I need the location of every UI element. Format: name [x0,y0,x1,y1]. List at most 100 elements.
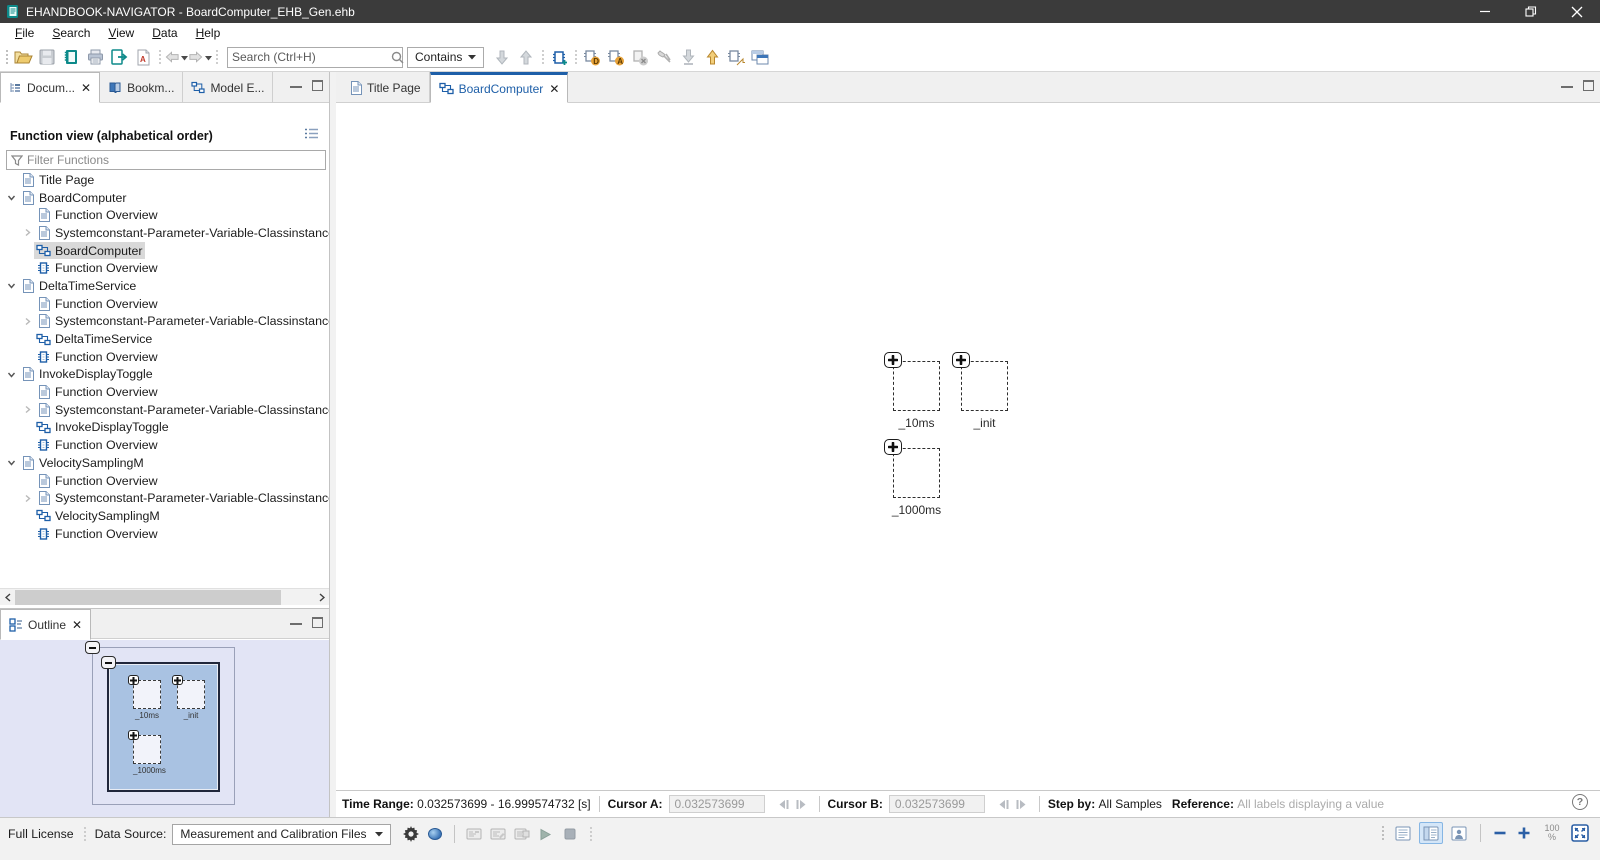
export-pdf-icon[interactable]: A [131,45,155,69]
start-visualization-icon[interactable] [534,822,558,846]
presenter-view-button[interactable] [1447,822,1471,844]
cursor-b-step-forward-icon[interactable] [1013,796,1031,812]
import-model-icon[interactable] [676,45,700,69]
collapse-arrow-icon[interactable] [4,458,18,467]
collapse-arrow-icon[interactable] [4,281,18,290]
process-box[interactable] [893,361,940,411]
tab-documentation[interactable]: Docum... ✕ [0,72,100,103]
tree-item[interactable]: Function Overview [0,383,329,401]
tree-item[interactable]: InvokeDisplayToggle [0,366,329,384]
outline-view[interactable]: _10ms _init _1000ms [0,640,329,817]
close-tab-icon[interactable]: ✕ [81,81,91,95]
expand-plus-button[interactable] [884,352,902,368]
tree-item[interactable]: Function Overview [0,525,329,543]
export-model-icon[interactable] [724,45,748,69]
nav-back-icon[interactable] [164,45,188,69]
menu-help[interactable]: Help [187,24,230,42]
scroll-right-icon[interactable] [314,589,329,606]
tree-item[interactable]: BoardComputer [0,189,329,207]
cursor-a-step-back-icon[interactable] [775,796,793,812]
cursor-b-step-back-icon[interactable] [995,796,1013,812]
outline-selected-region[interactable]: _10ms _init _1000ms [107,662,220,792]
model-default-icon[interactable]: D [580,45,604,69]
tree-item[interactable]: VelocitySamplingM [0,507,329,525]
search-icon[interactable] [391,51,404,64]
close-tab-icon[interactable]: ✕ [549,82,559,96]
tree-item[interactable]: Function Overview [0,295,329,313]
filter-functions-input[interactable] [23,153,325,167]
split-view-button[interactable] [1419,822,1443,844]
tree-item[interactable]: Systemconstant-Parameter-Variable-Classi… [0,224,329,242]
expand-arrow-icon[interactable] [20,494,34,503]
expand-plus-button[interactable] [884,439,902,455]
collapse-arrow-icon[interactable] [4,370,18,379]
cursor-a-step-forward-icon[interactable] [793,796,811,812]
menu-search[interactable]: Search [43,24,99,42]
data-lens-icon[interactable] [423,822,447,846]
tree-item[interactable]: Function Overview [0,348,329,366]
previous-result-icon[interactable] [514,45,538,69]
settings-gear-icon[interactable] [399,822,423,846]
expand-arrow-icon[interactable] [20,317,34,326]
data-source-dropdown[interactable]: Measurement and Calibration Files [172,824,390,845]
fit-to-window-icon[interactable] [1568,821,1592,845]
collapse-minus-button[interactable] [85,641,100,654]
menu-data[interactable]: Data [143,24,186,42]
next-result-icon[interactable] [490,45,514,69]
tree-item[interactable]: DeltaTimeService [0,330,329,348]
expand-arrow-icon[interactable] [20,405,34,414]
upload-icon[interactable] [700,45,724,69]
cursor-b-field[interactable] [889,795,985,813]
menu-file[interactable]: File [6,24,43,42]
tab-model-explorer[interactable]: Model E... [183,72,273,103]
view-menu-icon[interactable] [304,127,319,140]
open-window-icon[interactable] [748,45,772,69]
tab-title-page[interactable]: Title Page [342,72,430,103]
tree-item[interactable]: Systemconstant-Parameter-Variable-Classi… [0,489,329,507]
search-input[interactable] [228,50,391,64]
tree-item[interactable]: VelocitySamplingM [0,454,329,472]
close-tab-icon[interactable]: ✕ [72,618,82,632]
pliers-icon[interactable] [652,45,676,69]
menu-view[interactable]: View [99,24,143,42]
minimize-panel-icon[interactable] [290,620,302,625]
process-box[interactable] [893,448,940,498]
tree-item[interactable]: Systemconstant-Parameter-Variable-Classi… [0,313,329,331]
stop-visualization-icon[interactable] [558,822,582,846]
restore-window-button[interactable] [1508,0,1554,23]
model-annotation-icon[interactable]: A [604,45,628,69]
remove-model-icon[interactable] [628,45,652,69]
single-page-view-button[interactable] [1391,822,1415,844]
expand-arrow-icon[interactable] [20,228,34,237]
measure-labels-icon[interactable] [510,822,534,846]
print-icon[interactable] [83,45,107,69]
maximize-panel-icon[interactable] [1583,80,1594,91]
tree-item[interactable]: InvokeDisplayToggle [0,419,329,437]
maximize-panel-icon[interactable] [312,80,323,91]
close-window-button[interactable] [1554,0,1600,23]
contains-dropdown[interactable]: Contains [407,47,484,68]
tab-bookmarks[interactable]: Bookm... [100,72,183,103]
tab-outline[interactable]: Outline ✕ [0,609,91,640]
scroll-left-icon[interactable] [0,589,15,606]
tree-item[interactable]: Function Overview [0,259,329,277]
measure-grid-icon[interactable] [462,822,486,846]
tree-item[interactable]: Function Overview [0,206,329,224]
export-handbook-icon[interactable] [107,45,131,69]
help-icon[interactable]: ? [1572,794,1588,810]
collapse-minus-button[interactable] [101,656,116,669]
add-model-icon[interactable] [547,45,571,69]
zoom-in-button[interactable] [1512,821,1536,845]
tree-item[interactable]: Systemconstant-Parameter-Variable-Classi… [0,401,329,419]
tree-item[interactable]: Title Page [0,171,329,189]
collapse-arrow-icon[interactable] [4,193,18,202]
nav-forward-icon[interactable] [188,45,212,69]
diagram-canvas[interactable]: _10ms _init _1000ms [336,104,1600,790]
open-file-icon[interactable] [11,45,35,69]
save-icon[interactable] [35,45,59,69]
expand-plus-icon[interactable] [128,675,139,685]
tree-horizontal-scrollbar[interactable] [0,588,329,605]
measure-edit-icon[interactable] [486,822,510,846]
scrollbar-thumb[interactable] [15,590,281,605]
tree-item[interactable]: BoardComputer [0,242,329,260]
